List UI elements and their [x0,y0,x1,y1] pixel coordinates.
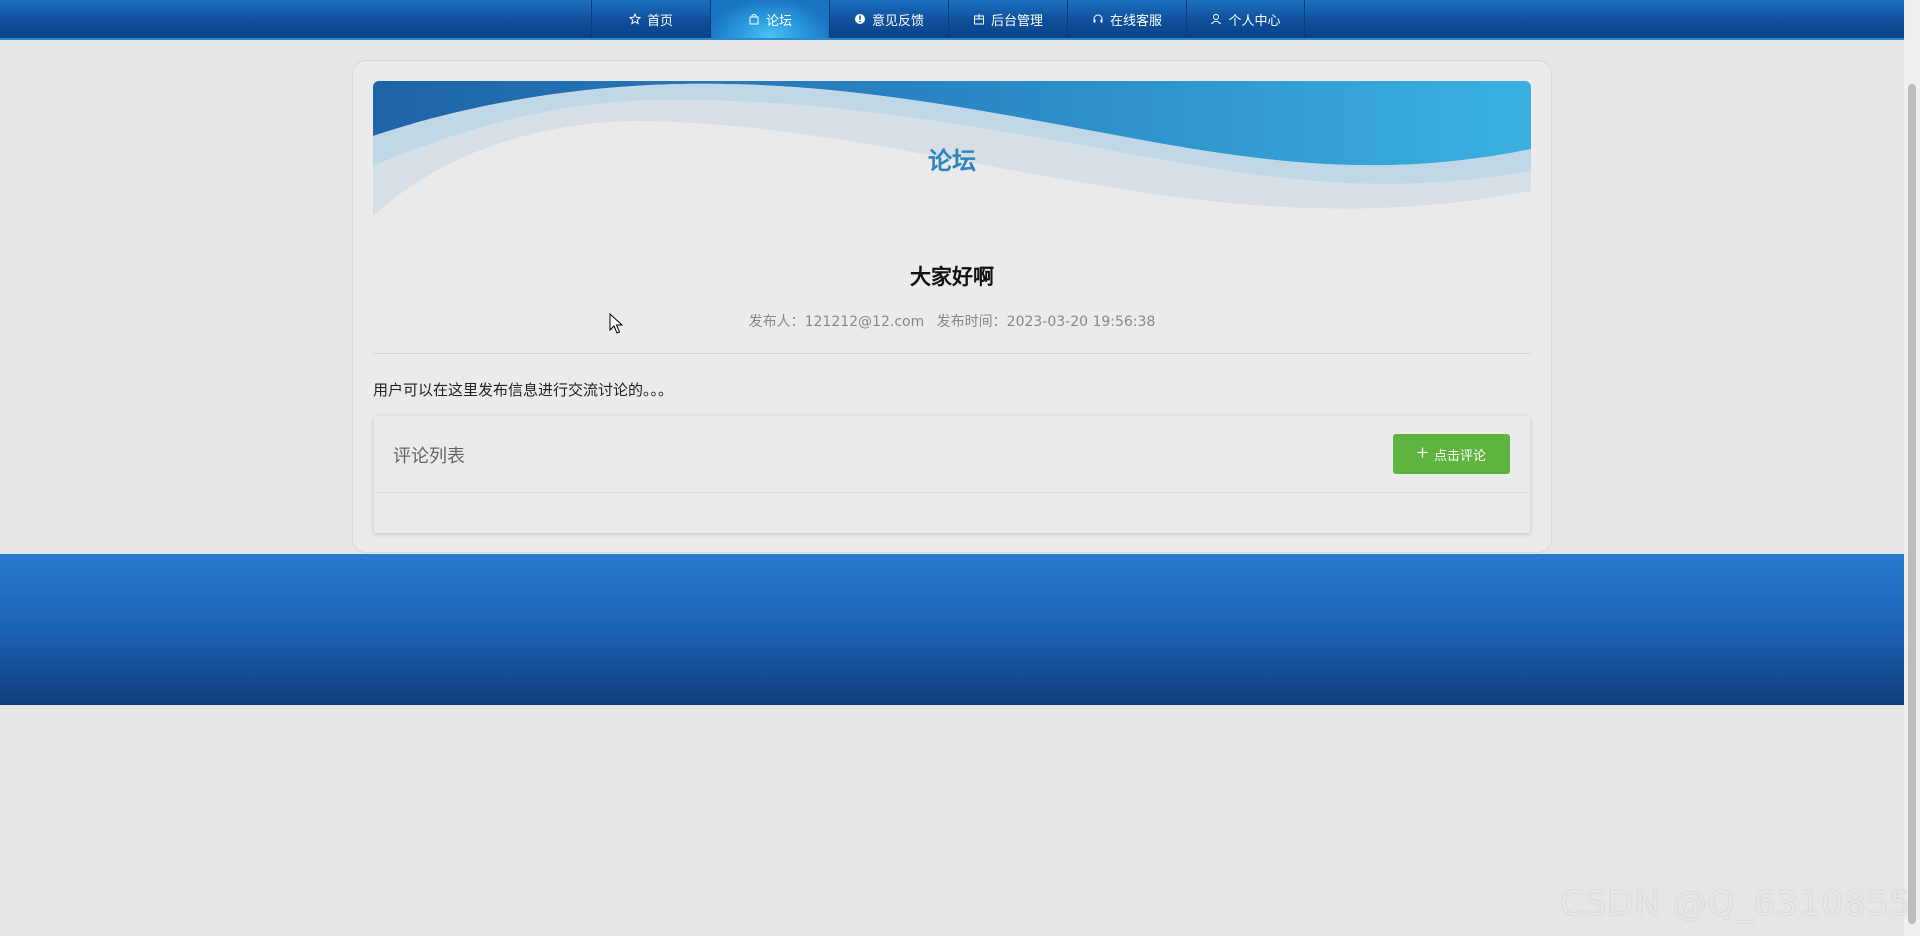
nav-menu: 首页 论坛 意见反馈 后台管理 在线客服 个人中心 [591,0,1305,38]
watermark: CSDN @Q_6310855 [1560,884,1912,924]
forum-detail-card: 论坛 大家好啊 发布人：121212@12.com 发布时间：2023-03-2… [352,60,1552,553]
plus-icon [1417,447,1428,462]
user-icon [1210,13,1222,25]
cube-icon [973,13,985,25]
comments-title: 评论列表 [393,446,465,467]
post-meta: 发布人：121212@12.com 发布时间：2023-03-20 19:56:… [373,311,1531,331]
info-icon [854,13,866,25]
nav-item-label: 后台管理 [990,13,1043,29]
nav-item-label: 意见反馈 [871,13,924,29]
star-icon [628,13,641,25]
nav-item-home[interactable]: 首页 [591,0,710,38]
nav-item-label: 个人中心 [1228,13,1281,29]
nav-item-label: 首页 [646,13,673,29]
post-title: 大家好啊 [910,265,994,289]
add-comment-button[interactable]: 点击评论 [1393,434,1510,474]
banner-title: 论坛 [928,147,976,175]
nav-item-label: 论坛 [765,13,792,29]
bag-icon [748,13,760,25]
mouse-cursor-icon [609,313,623,334]
vertical-scrollbar[interactable] [1904,0,1920,936]
comments-header: 评论列表 点击评论 [374,416,1530,493]
post-author: 发布人：121212@12.com [748,314,925,330]
post-time: 发布时间：2023-03-20 19:56:38 [936,314,1156,330]
post-content: 用户可以在这里发布信息进行交流讨论的。。。 [373,381,674,399]
page-footer [0,554,1904,705]
nav-item-support[interactable]: 在线客服 [1067,0,1186,38]
divider [373,353,1531,354]
comments-panel: 评论列表 点击评论 [374,416,1530,533]
nav-item-label: 在线客服 [1109,13,1162,29]
top-nav-bar: 首页 论坛 意见反馈 后台管理 在线客服 个人中心 [0,0,1904,40]
forum-banner: 论坛 [373,81,1531,228]
nav-item-profile[interactable]: 个人中心 [1186,0,1305,38]
headset-icon [1092,13,1104,25]
nav-item-forum[interactable]: 论坛 [710,0,829,38]
add-comment-label: 点击评论 [1433,448,1486,464]
nav-item-admin[interactable]: 后台管理 [948,0,1067,38]
nav-item-feedback[interactable]: 意见反馈 [829,0,948,38]
scrollbar-thumb[interactable] [1908,84,1916,924]
